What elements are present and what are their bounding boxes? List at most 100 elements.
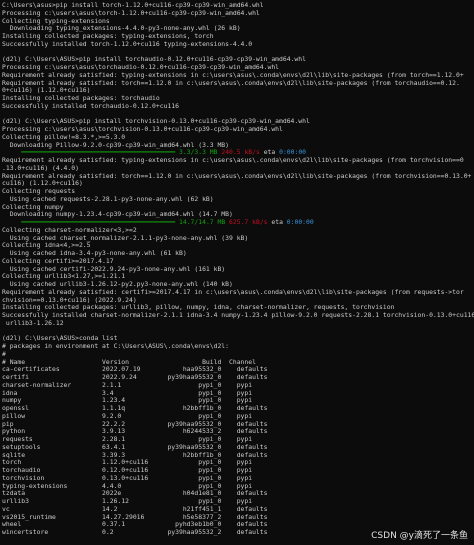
line-text: # packages in environment at C:\Users\AS… — [2, 343, 230, 350]
terminal-line: Requirement already satisfied: certifi>=… — [2, 289, 474, 297]
line-text: wincertstore 0.2 py39haa95532_2 defaults — [2, 529, 268, 536]
terminal-line: vs2015_runtime 14.27.29016 h5e58377_2 de… — [2, 514, 474, 522]
line-text: urllib3 1.26.12 pypi_0 pypi — [2, 498, 253, 505]
terminal-line: Collecting pillow!=8.3.*,>=5.3.0 — [2, 134, 474, 142]
line-text: Processing c:\users\asus\torch-1.12.0+cu… — [2, 9, 260, 17]
line-text: Requirement already satisfied: torch==1.… — [2, 172, 472, 180]
terminal-line: pip 22.2.2 py39haa95532_0 defaults — [2, 421, 474, 429]
terminal-line: (d2l) C:\Users\ASUS>pip install torchaud… — [2, 56, 474, 64]
terminal-line: Processing c:\users\asus\torch-1.12.0+cu… — [2, 10, 474, 18]
eta-value: 0:00:00 — [286, 219, 314, 226]
line-text: Collecting pillow!=8.3.*,>=5.3.0 — [2, 133, 126, 141]
terminal-line: urllib3-1.26.12 — [2, 320, 474, 328]
progress-bar: ━━━━━━━━━━━━━━━━━━━━━━━━━━━━━━━━━━━━━━━━ — [21, 219, 176, 226]
terminal-line: Requirement already satisfied: typing-ex… — [2, 157, 474, 165]
terminal-line: C:\Users\asus>pip install torch-1.12.0+c… — [2, 2, 474, 10]
line-text: Successfully installed charset-normalize… — [2, 312, 474, 319]
terminal-line: Collecting requests — [2, 188, 474, 196]
progress-amount: 3.3/3.3 MB — [179, 149, 218, 157]
terminal-line: torchaudio 0.12.0+cu116 pypi_0 pypi — [2, 467, 474, 475]
line-text: # — [2, 350, 6, 358]
terminal-line: sqlite 3.39.3 h2bbff1b_0 defaults — [2, 452, 474, 460]
line-text: pillow 9.2.0 pypi_0 pypi — [2, 412, 253, 420]
line-text: Downloading numpy-1.23.4-cp39-cp39-win_a… — [2, 211, 233, 219]
terminal-line: Processing c:\users\asus\torchaudio-0.12… — [2, 64, 474, 72]
terminal-line: vc 14.2 h21ff451_1 defaults — [2, 506, 474, 514]
line-text: Using cached certifi-2022.9.24-py3-none-… — [2, 265, 226, 273]
terminal-line: # packages in environment at C:\Users\AS… — [2, 343, 474, 351]
terminal-line: pillow 9.2.0 pypi_0 pypi — [2, 413, 474, 421]
terminal-line: Using cached idna-3.4-py3-none-any.whl (… — [2, 250, 474, 258]
line-text: torchaudio 0.12.0+cu116 pypi_0 pypi — [2, 467, 253, 474]
line-text: Requirement already satisfied: typing-ex… — [2, 157, 464, 164]
line-text: Using cached idna-3.4-py3-none-any.whl (… — [2, 250, 187, 257]
terminal-line: python 3.9.13 h6244533_2 defaults — [2, 428, 474, 436]
terminal-line: charset-normalizer 2.1.1 pypi_0 pypi — [2, 382, 474, 390]
line-text: (d2l) C:\Users\ASUS>conda list — [2, 335, 118, 343]
terminal-output[interactable]: C:\Users\asus>pip install torch-1.12.0+c… — [0, 0, 474, 545]
line-text: vs2015_runtime 14.27.29016 h5e58377_2 de… — [2, 513, 268, 521]
terminal-line: Collecting certifi>=2017.4.17 — [2, 258, 474, 266]
terminal-line: # Name Version Build Channel — [2, 359, 474, 367]
terminal-line: openssl 1.1.1q h2bbff1b_0 defaults — [2, 405, 474, 413]
terminal-line: Collecting idna<4,>=2.5 — [2, 242, 474, 250]
line-text: # Name Version Build Channel — [2, 358, 256, 366]
terminal-line: Processing c:\users\asus\torchvision-0.1… — [2, 126, 474, 134]
terminal-line: Using cached certifi-2022.9.24-py3-none-… — [2, 266, 474, 274]
line-text: wheel 0.37.1 pyhd3eb1b0_0 defaults — [2, 521, 268, 529]
line-text: Processing c:\users\asus\torchaudio-0.12… — [2, 64, 280, 71]
terminal-line: torch 1.12.0+cu116 pypi_0 pypi — [2, 459, 474, 467]
line-text: Installing collected packages: typing-ex… — [2, 33, 214, 40]
watermark-text: CSDN @y滴死了一条鱼 — [371, 531, 468, 541]
line-text: Collecting typing-extensions — [2, 17, 110, 25]
line-text: idna 3.4 pypi_0 pypi — [2, 389, 253, 397]
line-text: Installing collected packages: torchaudi… — [2, 95, 160, 102]
terminal-line: ━━━━━━━━━━━━━━━━━━━━━━━━━━━━━━━━━━━━━━━━… — [2, 149, 474, 157]
terminal-line: Collecting charset-normalizer<3,>=2 — [2, 227, 474, 235]
line-text: Using cached charset_normalizer-2.1.1-py… — [2, 234, 249, 242]
line-text: (d2l) C:\Users\ASUS>pip install torchaud… — [2, 56, 306, 64]
terminal-line: Installing collected packages: typing-ex… — [2, 33, 474, 41]
line-text: ca-certificates 2022.07.19 haa95532_0 de… — [2, 366, 268, 374]
line-text: numpy 1.23.4 pypi_0 pypi — [2, 397, 253, 405]
line-text: setuptools 63.4.1 py39haa95532_0 default… — [2, 443, 268, 451]
line-text: Installing collected packages: urllib3, … — [2, 304, 395, 312]
line-text: Collecting certifi>=2017.4.17 — [2, 257, 114, 265]
line-text — [2, 219, 21, 226]
line-text: torch 1.12.0+cu116 pypi_0 pypi — [2, 459, 253, 467]
download-rate: 240.5 kB/s — [221, 149, 260, 157]
terminal-line: ━━━━━━━━━━━━━━━━━━━━━━━━━━━━━━━━━━━━━━━━… — [2, 219, 474, 227]
line-text: Downloading Pillow-9.2.0-cp39-cp39-win_a… — [2, 141, 230, 149]
terminal-line: ca-certificates 2022.07.19 haa95532_0 de… — [2, 366, 474, 374]
terminal-line: Collecting numpy — [2, 204, 474, 212]
line-text: eta — [259, 149, 280, 157]
line-text: cu116) (1.12.0+cu116) — [2, 180, 83, 188]
terminal-line: requests 2.28.1 pypi_0 pypi — [2, 436, 474, 444]
terminal-line: Requirement already satisfied: torch==1.… — [2, 173, 474, 181]
terminal-line: Installing collected packages: torchaudi… — [2, 95, 474, 103]
download-rate: 625.7 kB/s — [229, 219, 268, 226]
terminal-line: cu116) (1.12.0+cu116) — [2, 180, 474, 188]
terminal-line: Using cached charset_normalizer-2.1.1-py… — [2, 235, 474, 243]
terminal-line: Installing collected packages: urllib3, … — [2, 304, 474, 312]
terminal-line: Using cached urllib3-1.26.12-py2.py3-non… — [2, 281, 474, 289]
line-text: Requirement already satisfied: torch==1.… — [2, 79, 460, 87]
terminal-line: torchvision 0.13.0+cu116 pypi_0 pypi — [2, 475, 474, 483]
terminal-line: (d2l) C:\Users\ASUS>pip install torchvis… — [2, 118, 474, 126]
line-text: charset-normalizer 2.1.1 pypi_0 pypi — [2, 381, 253, 389]
terminal-line: Successfully installed torchaudio-0.12.0… — [2, 103, 474, 111]
terminal-line: chvision==0.13.0+cu116) (2022.9.24) — [2, 297, 474, 305]
line-text: chvision==0.13.0+cu116) (2022.9.24) — [2, 296, 137, 304]
terminal-line: Downloading typing_extensions-4.4.0-py3-… — [2, 25, 474, 33]
terminal-line: Requirement already satisfied: torch==1.… — [2, 80, 474, 88]
line-text: sqlite 3.39.3 h2bbff1b_0 defaults — [2, 451, 268, 459]
line-text: (d2l) C:\Users\ASUS>pip install torchvis… — [2, 118, 310, 126]
line-text: Using cached urllib3-1.26.12-py2.py3-non… — [2, 281, 233, 288]
line-text: Requirement already satisfied: certifi>=… — [2, 288, 464, 296]
line-text: Collecting idna<4,>=2.5 — [2, 242, 91, 250]
line-text: eta — [267, 219, 287, 226]
terminal-line: numpy 1.23.4 pypi_0 pypi — [2, 397, 474, 405]
terminal-line: Successfully installed charset-normalize… — [2, 312, 474, 320]
line-text: python 3.9.13 h6244533_2 defaults — [2, 428, 268, 436]
